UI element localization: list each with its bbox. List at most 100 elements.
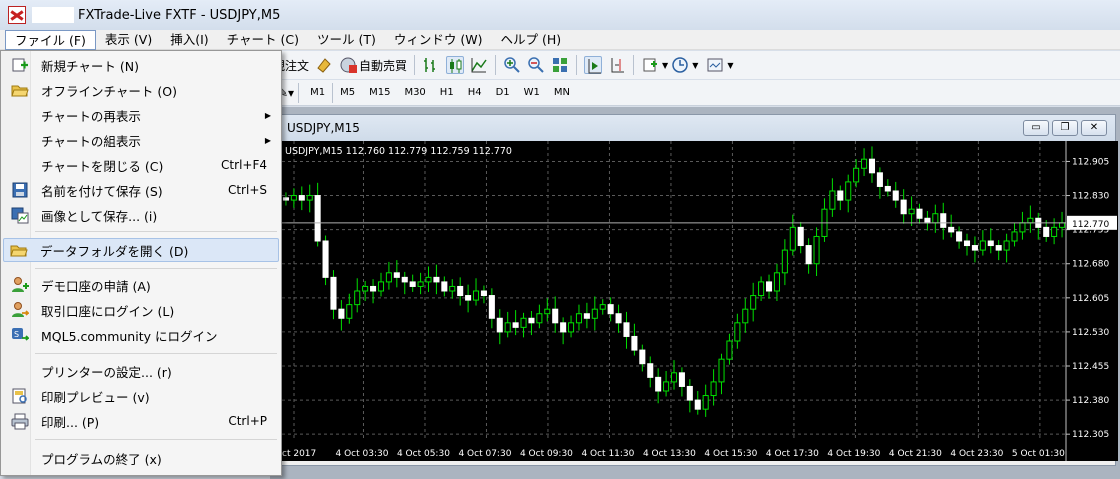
menu-item-open-data-folder[interactable]: データフォルダを開く (D) bbox=[3, 238, 279, 262]
timeframe-mn[interactable]: MN bbox=[547, 84, 577, 101]
auto-trade-label: 自動売買 bbox=[359, 58, 408, 73]
candle-body bbox=[876, 172, 883, 187]
indicators-dropdown-icon[interactable]: ▼ bbox=[662, 61, 668, 70]
menu-item-offline-chart[interactable]: オフラインチャート (O) bbox=[3, 78, 279, 102]
candle-body bbox=[512, 322, 519, 328]
candle-body bbox=[377, 281, 385, 292]
periods-icon[interactable] bbox=[671, 56, 689, 74]
chart-shift-icon[interactable] bbox=[608, 56, 626, 74]
chart-plot-area[interactable]: 112.905 112.830 112.755 112.680 112.605 112.5… bbox=[282, 141, 1118, 461]
candle-body bbox=[591, 308, 598, 319]
candle-body bbox=[805, 245, 812, 265]
x-tick-label: 5 Oct 01:30 bbox=[1012, 449, 1065, 459]
line-chart-icon[interactable] bbox=[470, 56, 488, 74]
candle-body bbox=[338, 308, 345, 319]
timeframe-m1[interactable]: M1 bbox=[303, 84, 332, 101]
menu-insert[interactable]: 挿入(I) bbox=[161, 30, 217, 50]
menu-bar: ファイル (F) 表示 (V) 挿入(I) チャート (C) ツール (T) ウ… bbox=[0, 29, 1120, 50]
timeframe-toolbar: ✎▾ M1 M5 M15 M30 H1 H4 D1 W1 MN bbox=[270, 80, 1120, 106]
menu-item-save-as-picture[interactable]: 画像として保存... (i) bbox=[3, 203, 279, 227]
candle-body bbox=[1019, 222, 1026, 233]
candle-body bbox=[393, 272, 400, 278]
timeframe-h4[interactable]: H4 bbox=[461, 84, 489, 101]
menu-item-save-as[interactable]: 名前を付けて保存 (S) Ctrl+S bbox=[3, 178, 279, 202]
menu-item-login-mql5[interactable]: S MQL5.community にログイン bbox=[3, 323, 279, 347]
candle-body bbox=[631, 335, 638, 351]
timeframe-d1[interactable]: D1 bbox=[489, 84, 517, 101]
close-button[interactable]: ✕ bbox=[1081, 120, 1107, 136]
zoom-in-icon[interactable] bbox=[503, 56, 521, 74]
candle-body bbox=[892, 190, 899, 201]
timeframe-w1[interactable]: W1 bbox=[517, 84, 547, 101]
candle-body bbox=[956, 231, 963, 242]
candle-body bbox=[797, 226, 804, 247]
candle-body bbox=[987, 240, 994, 247]
chart-candles bbox=[282, 146, 1066, 417]
candle-body bbox=[441, 281, 448, 292]
candle-body bbox=[354, 290, 361, 306]
candle-body bbox=[472, 290, 480, 301]
menu-item-print-preview[interactable]: 印刷プレビュー (v) bbox=[3, 384, 279, 408]
candle-body bbox=[686, 385, 693, 401]
menu-item-print-setup[interactable]: プリンターの設定... (r) bbox=[3, 359, 279, 383]
auto-scroll-icon[interactable] bbox=[584, 56, 603, 74]
candle-body bbox=[948, 226, 955, 233]
menu-item-chart-profiles[interactable]: チャートの組表示 ▶ bbox=[3, 128, 279, 152]
templates-icon[interactable] bbox=[706, 56, 724, 74]
candle-body bbox=[837, 190, 844, 201]
candle-body bbox=[290, 195, 297, 201]
candle-body bbox=[607, 304, 614, 315]
timeframe-m5[interactable]: M5 bbox=[333, 84, 362, 101]
candle-body bbox=[670, 372, 678, 383]
menu-item-close-chart[interactable]: チャートを閉じる (C) Ctrl+F4 bbox=[3, 153, 279, 177]
menu-item-login-trade-account[interactable]: 取引口座にログイン (L) bbox=[3, 298, 279, 322]
candle-body bbox=[504, 322, 511, 333]
candlestick-chart[interactable]: 112.905112.830112.755112.680112.605112.5… bbox=[282, 141, 1118, 461]
zoom-out-icon[interactable] bbox=[527, 56, 545, 74]
candle-body bbox=[924, 217, 931, 224]
timeframe-m15[interactable]: M15 bbox=[362, 84, 397, 101]
candlestick-icon[interactable] bbox=[446, 56, 465, 74]
candle-body bbox=[433, 276, 440, 283]
tile-windows-icon[interactable] bbox=[551, 56, 569, 74]
x-tick-label: 4 Oct 19:30 bbox=[827, 449, 880, 459]
bar-chart-icon[interactable] bbox=[422, 56, 440, 74]
menu-item-new-chart[interactable]: 新規チャート (N) bbox=[3, 53, 279, 77]
menu-tools[interactable]: ツール (T) bbox=[308, 30, 385, 50]
x-tick-label: 4 Oct 13:30 bbox=[643, 449, 696, 459]
timeframe-h1[interactable]: H1 bbox=[433, 84, 461, 101]
minimize-button[interactable]: ▭ bbox=[1023, 120, 1049, 136]
menu-item-open-demo-account[interactable]: デモ口座の申請 (A) bbox=[3, 273, 279, 297]
candle-body bbox=[963, 240, 971, 247]
restore-button[interactable]: ❐ bbox=[1052, 120, 1078, 136]
menu-item-print[interactable]: 印刷... (P) Ctrl+P bbox=[3, 409, 279, 433]
account-number-mask bbox=[32, 7, 74, 23]
chart-grid bbox=[282, 141, 1066, 441]
candle-body bbox=[599, 304, 606, 310]
candle-body bbox=[623, 322, 630, 337]
candle-body bbox=[884, 185, 891, 192]
candle-body bbox=[861, 158, 868, 169]
menu-item-exit[interactable]: プログラムの終了 (x) bbox=[3, 446, 279, 470]
chart-window-titlebar[interactable]: USDJPY,M15 ▭ ❐ ✕ bbox=[277, 115, 1115, 141]
timeframe-m30[interactable]: M30 bbox=[397, 84, 432, 101]
menu-separator bbox=[35, 231, 277, 232]
auto-trade-button[interactable]: 自動売買 bbox=[336, 54, 410, 76]
menu-view[interactable]: 表示 (V) bbox=[96, 30, 161, 50]
candle-body bbox=[282, 197, 289, 201]
candle-body bbox=[678, 372, 685, 387]
menu-item-refresh-chart[interactable]: チャートの再表示 ▶ bbox=[3, 103, 279, 127]
x-tick-label: 4 Oct 05:30 bbox=[397, 449, 450, 459]
menu-chart[interactable]: チャート (C) bbox=[218, 30, 308, 50]
window-title: FXTrade-Live FXTF - USDJPY,M5 bbox=[78, 7, 281, 23]
periods-dropdown-icon[interactable]: ▼ bbox=[692, 61, 698, 70]
templates-dropdown-icon[interactable]: ▼ bbox=[727, 61, 733, 70]
y-tick-label: 112.455 bbox=[1072, 362, 1109, 372]
menu-help[interactable]: ヘルプ (H) bbox=[491, 30, 570, 50]
metaeditor-icon[interactable] bbox=[315, 56, 333, 74]
menu-file[interactable]: ファイル (F) bbox=[5, 29, 96, 50]
candle-body bbox=[615, 313, 622, 324]
indicators-icon[interactable] bbox=[641, 56, 659, 74]
menu-window[interactable]: ウィンドウ (W) bbox=[385, 30, 492, 50]
candle-body bbox=[346, 304, 353, 319]
